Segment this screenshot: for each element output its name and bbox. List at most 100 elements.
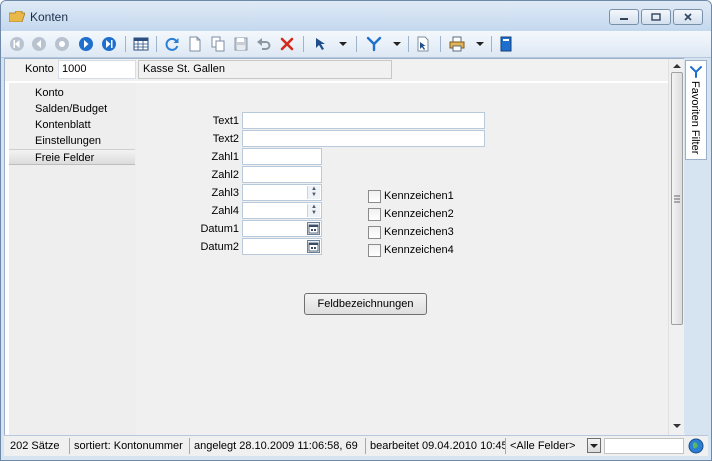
konto-number-field[interactable]: 1000: [58, 60, 136, 79]
kennzeichen3-checkbox[interactable]: [368, 226, 381, 239]
konto-name-value: Kasse St. Gallen: [143, 63, 225, 75]
select-dropdown-button[interactable]: [338, 35, 348, 53]
zahl1-label: Zahl1: [211, 151, 239, 163]
first-record-icon: [10, 37, 24, 51]
scroll-up-icon[interactable]: [669, 61, 685, 71]
minimize-icon: [620, 18, 628, 20]
delete-button[interactable]: [278, 35, 296, 53]
kennzeichen1-checkbox[interactable]: [368, 190, 381, 203]
field-filter-dropdown-button[interactable]: [587, 438, 601, 453]
vertical-scrollbar[interactable]: [668, 59, 685, 435]
zahl2-input[interactable]: [242, 166, 322, 183]
first-record-button[interactable]: [8, 35, 26, 53]
kennzeichen4-checkbox[interactable]: [368, 244, 381, 257]
nav-item-kontenblatt[interactable]: Kontenblatt: [9, 117, 135, 133]
chevron-down-icon: [476, 42, 484, 46]
globe-icon[interactable]: [688, 438, 704, 454]
scrollbar-thumb[interactable]: [671, 72, 683, 325]
feldbezeichnungen-button[interactable]: Feldbezeichnungen: [304, 293, 427, 315]
grip-icon: [674, 195, 680, 203]
printer-icon: [449, 36, 465, 52]
book-button[interactable]: [497, 35, 515, 53]
zahl4-spinner[interactable]: ▲ ▼: [307, 204, 320, 217]
zahl4-input[interactable]: ▲ ▼: [242, 202, 322, 219]
print-button[interactable]: [448, 35, 466, 53]
side-panel: Favoriten Filter: [684, 58, 709, 434]
toolbar-separator: [125, 36, 126, 52]
close-button[interactable]: [673, 9, 703, 25]
close-icon: [684, 13, 692, 21]
delete-icon: [280, 37, 294, 51]
chevron-down-icon: [339, 42, 347, 46]
filter-button[interactable]: [365, 35, 383, 53]
find-document-icon: [417, 36, 429, 52]
spin-down-icon[interactable]: ▼: [308, 210, 320, 216]
text1-input[interactable]: [242, 112, 485, 129]
zahl1-input[interactable]: [242, 148, 322, 165]
refresh-icon: [165, 37, 179, 51]
kennzeichen2-checkbox[interactable]: [368, 208, 381, 221]
calendar-icon[interactable]: [307, 222, 320, 235]
nav-item-freie-felder[interactable]: Freie Felder: [9, 149, 135, 165]
title-bar[interactable]: Konten: [1, 1, 711, 31]
filter-dropdown-button[interactable]: [392, 35, 402, 53]
konten-window: Konten Konto 1000 Kasse St. Gallen Konto…: [0, 0, 712, 461]
new-button[interactable]: [186, 35, 204, 53]
undo-button[interactable]: [255, 35, 273, 53]
text2-input[interactable]: [242, 130, 485, 147]
table-view-button[interactable]: [132, 35, 150, 53]
zahl3-label: Zahl3: [211, 187, 239, 199]
toolbar-separator: [303, 36, 304, 52]
scroll-down-icon[interactable]: [669, 421, 685, 431]
konto-name-field: Kasse St. Gallen: [138, 60, 392, 79]
window-title: Konten: [30, 10, 69, 24]
last-record-icon: [102, 37, 116, 51]
nav-item-einstellungen[interactable]: Einstellungen: [9, 133, 135, 149]
chevron-down-icon: [393, 42, 401, 46]
zahl3-input[interactable]: ▲ ▼: [242, 184, 322, 201]
refresh-button[interactable]: [163, 35, 181, 53]
goto-record-icon: [55, 37, 69, 51]
datum2-label: Datum2: [200, 241, 239, 253]
favoriten-filter-tab[interactable]: Favoriten Filter: [685, 60, 707, 160]
record-count: 202 Sätze: [6, 438, 70, 454]
previous-record-button[interactable]: [30, 35, 48, 53]
nav-item-salden-budget[interactable]: Salden/Budget: [9, 101, 135, 117]
copy-button[interactable]: [209, 35, 227, 53]
maximize-button[interactable]: [641, 9, 671, 25]
find-button[interactable]: [414, 35, 432, 53]
sort-status: sortiert: Kontonummer: [70, 438, 190, 454]
nav-item-konto[interactable]: Konto: [9, 85, 135, 101]
freie-felder-form: Text1 Text2 Zahl1 Zahl2 Zahl3 ▲ ▼ Zahl4 ▲…: [136, 83, 668, 435]
record-header: Konto 1000 Kasse St. Gallen: [5, 59, 668, 81]
last-record-button[interactable]: [100, 35, 118, 53]
datum1-label: Datum1: [200, 223, 239, 235]
section-nav: Konto Salden/Budget Kontenblatt Einstell…: [9, 83, 137, 435]
save-button[interactable]: [232, 35, 250, 53]
chevron-down-icon: [590, 444, 598, 448]
status-search-field[interactable]: [604, 438, 684, 454]
minimize-button[interactable]: [609, 9, 639, 25]
konto-label: Konto: [25, 63, 54, 75]
zahl2-label: Zahl2: [211, 169, 239, 181]
filter-icon: [690, 66, 702, 78]
field-filter-select[interactable]: <Alle Felder>: [506, 438, 586, 454]
calendar-icon[interactable]: [307, 240, 320, 253]
spin-down-icon[interactable]: ▼: [308, 192, 320, 198]
zahl3-spinner[interactable]: ▲ ▼: [307, 186, 320, 199]
undo-icon: [257, 38, 271, 50]
filter-icon: [366, 36, 382, 52]
datum1-input[interactable]: [242, 220, 322, 237]
edited-status: bearbeitet 09.04.2010 10:45: [366, 438, 506, 454]
select-button[interactable]: [312, 35, 330, 53]
previous-record-icon: [32, 37, 46, 51]
created-status: angelegt 28.10.2009 11:06:58, 69: [190, 438, 366, 454]
datum2-input[interactable]: [242, 238, 322, 255]
goto-record-button[interactable]: [53, 35, 71, 53]
zahl4-label: Zahl4: [211, 205, 239, 217]
next-record-button[interactable]: [77, 35, 95, 53]
toolbar-separator: [440, 36, 441, 52]
toolbar: [1, 31, 711, 58]
maximize-icon: [651, 13, 661, 21]
print-dropdown-button[interactable]: [475, 35, 485, 53]
